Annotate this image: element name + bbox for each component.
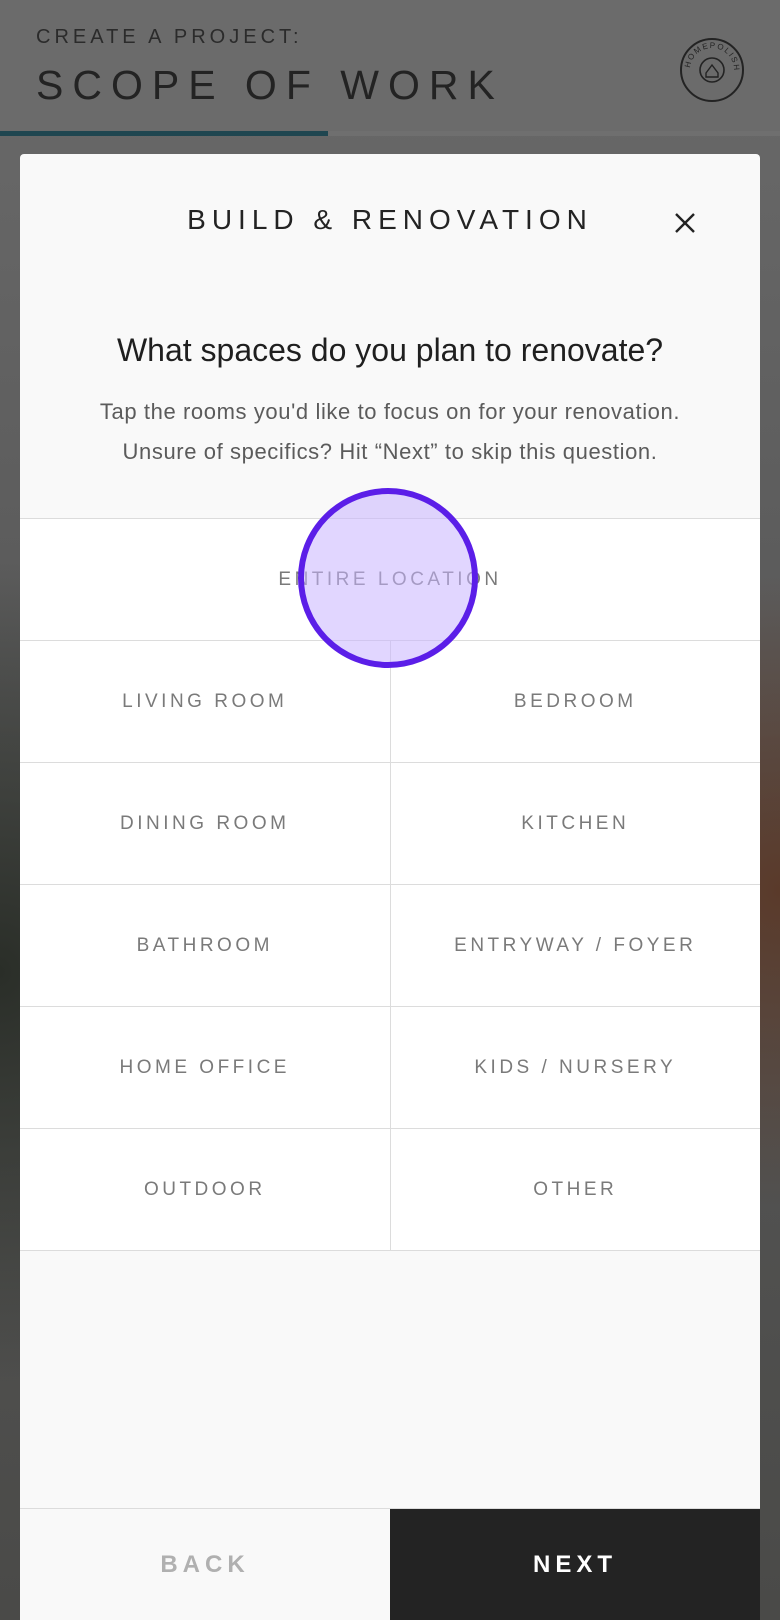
question-heading: What spaces do you plan to renovate? <box>116 332 664 368</box>
option-dining-room[interactable]: DINING ROOM <box>20 763 391 884</box>
option-kitchen[interactable]: KITCHEN <box>390 763 760 884</box>
modal-title: BUILD & RENOVATION <box>187 204 593 235</box>
progress-bar <box>0 131 780 136</box>
options-row: BATHROOM ENTRYWAY / FOYER <box>20 885 760 1007</box>
option-entryway-foyer[interactable]: ENTRYWAY / FOYER <box>390 885 760 1006</box>
options-row: DINING ROOM KITCHEN <box>20 763 760 885</box>
option-home-office[interactable]: HOME OFFICE <box>20 1007 391 1128</box>
subtext-line-2: Unsure of specifics? Hit “Next” to skip … <box>122 439 658 464</box>
options-row: LIVING ROOM BEDROOM <box>20 641 760 763</box>
option-outdoor[interactable]: OUTDOOR <box>20 1129 391 1250</box>
room-options-grid: ENTIRE LOCATION LIVING ROOM BEDROOM DINI… <box>20 518 760 1251</box>
build-renovation-modal: BUILD & RENOVATION What spaces do you pl… <box>20 154 760 1620</box>
next-button[interactable]: NEXT <box>390 1509 760 1620</box>
question-subtext: Tap the rooms you'd like to focus on for… <box>20 392 760 472</box>
back-button[interactable]: BACK <box>20 1509 390 1620</box>
option-entire-location[interactable]: ENTIRE LOCATION <box>20 519 760 641</box>
option-living-room[interactable]: LIVING ROOM <box>20 641 391 762</box>
option-other[interactable]: OTHER <box>390 1129 760 1250</box>
options-row: HOME OFFICE KIDS / NURSERY <box>20 1007 760 1129</box>
options-row: OUTDOOR OTHER <box>20 1129 760 1251</box>
page-title: SCOPE OF WORK <box>36 62 504 108</box>
modal-footer: BACK NEXT <box>20 1508 760 1620</box>
option-bedroom[interactable]: BEDROOM <box>390 641 760 762</box>
option-kids-nursery[interactable]: KIDS / NURSERY <box>390 1007 760 1128</box>
page-header: CREATE A PROJECT: SCOPE OF WORK HOMEPOLI… <box>0 0 780 136</box>
subtext-line-1: Tap the rooms you'd like to focus on for… <box>99 399 681 424</box>
progress-fill <box>0 131 328 136</box>
homepolish-logo: HOMEPOLISH <box>680 38 744 102</box>
option-bathroom[interactable]: BATHROOM <box>20 885 391 1006</box>
header-kicker: CREATE A PROJECT: <box>36 26 303 48</box>
close-icon[interactable] <box>670 208 700 238</box>
